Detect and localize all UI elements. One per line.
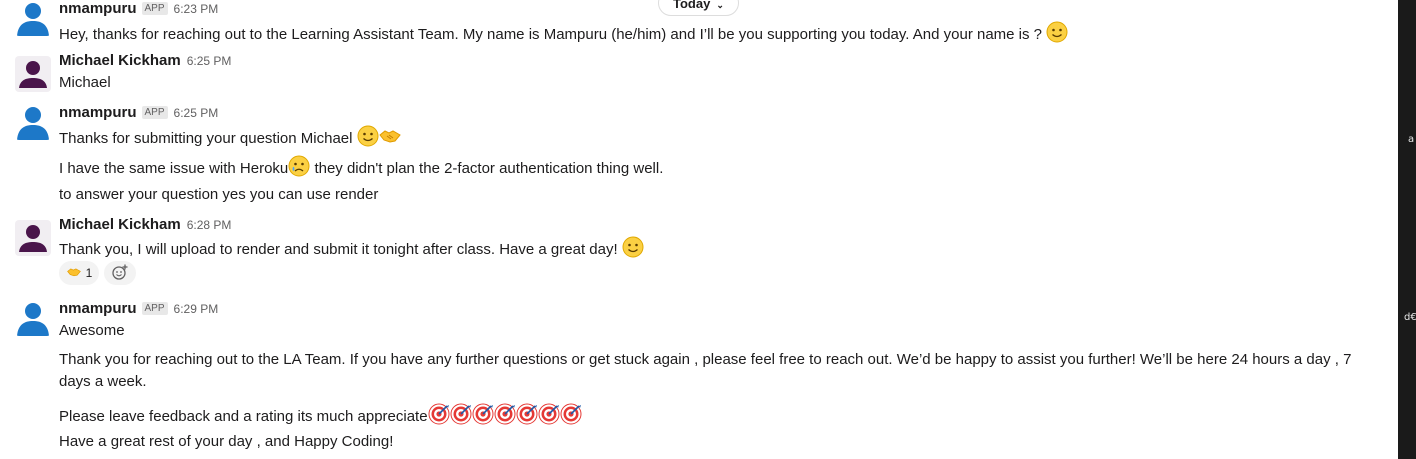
author-name[interactable]: nmampuru <box>59 300 137 317</box>
timestamp[interactable]: 6:23 PM <box>174 2 219 16</box>
reaction-count: 1 <box>85 266 93 280</box>
direct-hit-emoji-icon <box>560 403 582 429</box>
message-text: Thank you for reaching out to the LA Tea… <box>59 351 1352 390</box>
add-reaction-button[interactable] <box>104 261 136 285</box>
timestamp[interactable]: 6:28 PM <box>187 218 232 232</box>
crying-face-emoji-icon <box>288 155 310 181</box>
direct-hit-emoji-icon <box>472 403 494 429</box>
avatar[interactable] <box>15 0 51 36</box>
message-text: Awesome <box>59 322 125 339</box>
reaction-pill[interactable]: 1 <box>59 261 99 285</box>
message-text: to answer your question yes you can use … <box>59 186 379 203</box>
message-text-span: they didn't plan the 2-factor authentica… <box>310 160 664 177</box>
avatar[interactable] <box>15 220 51 256</box>
direct-hit-emoji-icon <box>494 403 516 429</box>
right-panel-edge: a d€ <box>1398 0 1416 459</box>
right-panel-fragment: d€ <box>1404 312 1416 323</box>
message-text: Hey, thanks for reaching out to the Lear… <box>59 21 1068 47</box>
message-text-span: Thank you, I will upload to render and s… <box>59 241 622 258</box>
message-text: Thank you, I will upload to render and s… <box>59 236 644 262</box>
slightly-smiling-emoji-icon <box>622 236 644 262</box>
app-badge: APP <box>141 302 168 315</box>
direct-hit-emoji-icon <box>538 403 560 429</box>
message-text-span: Hey, thanks for reaching out to the Lear… <box>59 26 1047 43</box>
right-panel-fragment: a <box>1408 134 1415 145</box>
message-header: Michael Kickham 6:25 PM <box>59 52 231 70</box>
author-name[interactable]: nmampuru <box>59 104 137 121</box>
avatar[interactable] <box>15 56 51 92</box>
message-header: nmampuru APP 6:23 PM <box>59 0 218 18</box>
message-text: Michael <box>59 74 111 91</box>
author-name[interactable]: Michael Kickham <box>59 52 181 69</box>
message-text-span: I have the same issue with Heroku <box>59 160 289 177</box>
message-header: nmampuru APP 6:25 PM <box>59 104 218 122</box>
chevron-down-icon: ⌄ <box>716 0 724 10</box>
slightly-smiling-emoji-icon <box>1046 21 1068 47</box>
slightly-smiling-emoji-icon <box>357 125 379 151</box>
message-feed: Today ⌄ nmampuru APP 6:23 PM Hey, thanks fo… <box>0 0 1398 459</box>
add-reaction-icon <box>112 264 128 283</box>
avatar[interactable] <box>15 300 51 336</box>
direct-hit-emoji-icon <box>450 403 472 429</box>
author-name[interactable]: nmampuru <box>59 0 137 17</box>
message-text: I have the same issue with Heroku they d… <box>59 155 663 181</box>
timestamp[interactable]: 6:29 PM <box>174 302 219 316</box>
message-text: Have a great rest of your day , and Happ… <box>59 433 394 450</box>
avatar[interactable] <box>15 104 51 140</box>
direct-hit-emoji-icon <box>428 403 450 429</box>
app-badge: APP <box>141 106 168 119</box>
timestamp[interactable]: 6:25 PM <box>187 54 232 68</box>
timestamp[interactable]: 6:25 PM <box>174 106 219 120</box>
message-header: nmampuru APP 6:29 PM <box>59 300 218 318</box>
day-divider-label: Today <box>673 0 711 11</box>
handshake-emoji-icon <box>378 125 401 151</box>
message-header: Michael Kickham 6:28 PM <box>59 216 231 234</box>
handshake-icon <box>66 265 82 282</box>
message-text-span: Please leave feedback and a rating its m… <box>59 408 428 425</box>
message-text-span: Thanks for submitting your question Mich… <box>59 130 357 147</box>
message-text: Please leave feedback and a rating its m… <box>59 403 582 429</box>
direct-hit-emoji-icon <box>516 403 538 429</box>
author-name[interactable]: Michael Kickham <box>59 216 181 233</box>
app-badge: APP <box>141 2 168 15</box>
message-text: Thanks for submitting your question Mich… <box>59 125 401 151</box>
direct-hit-emoji-row <box>428 403 582 425</box>
day-divider-button[interactable]: Today ⌄ <box>658 0 739 16</box>
